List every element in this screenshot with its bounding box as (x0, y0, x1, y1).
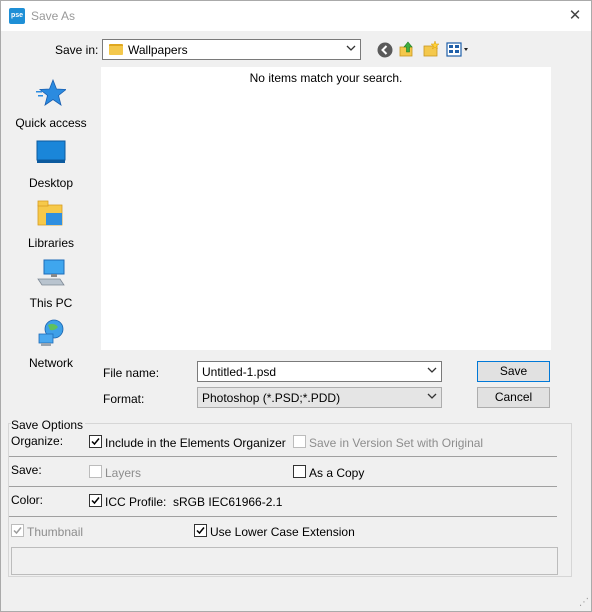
save-in-dropdown[interactable]: Wallpapers (102, 39, 361, 60)
save-in-value: Wallpapers (128, 43, 188, 57)
empty-message: No items match your search. (249, 71, 403, 85)
lower-case-extension-label: Use Lower Case Extension (210, 525, 355, 539)
place-this-pc[interactable]: This PC (11, 259, 91, 315)
desktop-icon (36, 140, 66, 163)
as-a-copy-label: As a Copy (309, 466, 365, 480)
place-label: This PC (29, 296, 73, 310)
place-label: Network (28, 356, 73, 370)
divider (9, 456, 557, 457)
lower-case-extension-checkbox[interactable] (194, 524, 207, 537)
place-label: Desktop (28, 176, 74, 190)
organize-label: Organize: (11, 434, 64, 448)
as-a-copy-checkbox[interactable] (293, 465, 306, 478)
file-name-value: Untitled-1.psd (202, 365, 277, 379)
thumbnail-label: Thumbnail (27, 525, 84, 539)
layers-checkbox[interactable] (89, 465, 102, 478)
place-label: Libraries (27, 236, 75, 250)
close-icon[interactable]: ✕ (561, 4, 589, 28)
window-title: Save As (31, 9, 76, 23)
layers-label: Layers (105, 466, 142, 480)
check-icon (196, 527, 205, 535)
format-value: Photoshop (*.PSD;*.PDD) (202, 391, 341, 405)
file-name-label: File name: (103, 366, 160, 380)
include-organizer-label: Include in the Elements Organizer (105, 436, 286, 450)
color-label: Color: (11, 493, 44, 507)
save-in-label: Save in: (55, 43, 99, 57)
file-name-input[interactable]: Untitled-1.psd (197, 361, 442, 382)
check-icon (91, 497, 100, 505)
back-icon[interactable] (376, 41, 394, 59)
save-button[interactable]: Save (477, 361, 550, 382)
icc-profile-checkbox[interactable] (89, 494, 102, 507)
place-desktop[interactable]: Desktop (11, 139, 91, 195)
view-menu-icon[interactable] (446, 41, 472, 59)
cancel-button[interactable]: Cancel (477, 387, 550, 408)
place-libraries[interactable]: Libraries (11, 199, 91, 255)
format-label: Format: (103, 392, 145, 406)
place-label: Quick access (15, 116, 87, 130)
computer-icon (37, 259, 65, 286)
divider (9, 486, 557, 487)
network-icon (38, 319, 64, 346)
include-organizer-checkbox[interactable] (89, 435, 102, 448)
save-label: Save: (11, 463, 42, 477)
save-as-dialog: pse Save As ✕ Save in: Wallpapers Quick … (0, 0, 592, 612)
place-quick-access[interactable]: Quick access (11, 79, 91, 135)
title-bar: pse Save As ✕ (1, 1, 591, 31)
version-set-label: Save in Version Set with Original (309, 436, 484, 450)
up-folder-icon[interactable] (398, 40, 416, 58)
check-icon (91, 438, 100, 446)
app-icon: pse (9, 8, 25, 24)
version-set-checkbox[interactable] (293, 435, 306, 448)
chevron-down-icon[interactable] (427, 365, 437, 375)
chevron-down-icon (427, 393, 437, 399)
divider (9, 516, 557, 517)
check-icon (13, 527, 22, 535)
file-list[interactable]: No items match your search. (101, 67, 551, 350)
format-dropdown[interactable]: Photoshop (*.PSD;*.PDD) (197, 387, 442, 408)
icc-profile-label: ICC Profile: sRGB IEC61966-2.1 (105, 495, 283, 509)
warning-box (11, 547, 558, 575)
place-network[interactable]: Network (11, 319, 91, 375)
resize-grip-icon[interactable]: ⋰ (579, 597, 589, 609)
libraries-icon (37, 200, 63, 226)
folder-icon (109, 44, 123, 55)
chevron-down-icon (346, 45, 356, 51)
thumbnail-checkbox[interactable] (11, 524, 24, 537)
star-icon (36, 79, 66, 106)
new-folder-icon[interactable] (422, 40, 440, 58)
save-options-title: Save Options (11, 418, 86, 432)
